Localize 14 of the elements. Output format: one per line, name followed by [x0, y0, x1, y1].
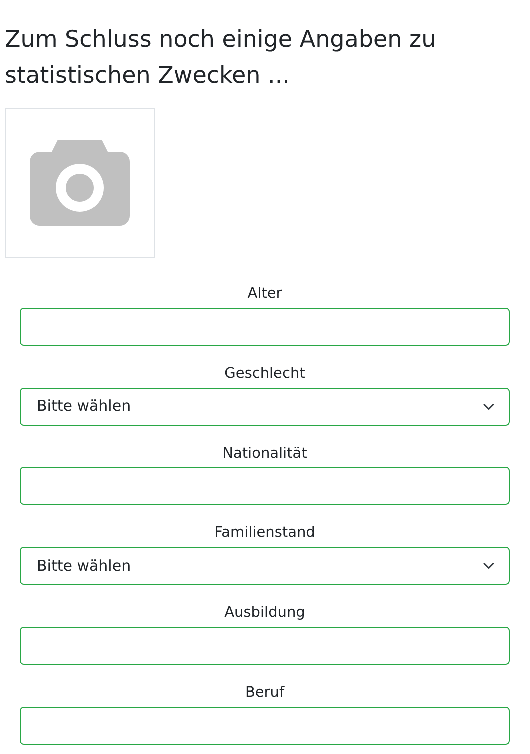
field-label: Ausbildung: [224, 604, 306, 623]
field-label: Familienstand: [214, 524, 316, 544]
dropdown[interactable]: Bitte wählen: [20, 388, 510, 426]
page-heading: Zum Schluss noch einige Angaben zu statistischen Zwecken ...: [5, 26, 438, 91]
camera-icon: [30, 140, 130, 226]
field-label: Alter: [246, 285, 284, 304]
input-field[interactable]: [20, 467, 510, 506]
input-field[interactable]: [20, 626, 510, 665]
field-label: Nationalität: [222, 444, 308, 464]
dropdown[interactable]: Bitte wählen: [20, 547, 510, 585]
input-field[interactable]: [20, 706, 510, 744]
field-label: Geschlecht: [224, 364, 306, 384]
input-field[interactable]: [20, 308, 510, 346]
field-label: Beruf: [244, 684, 286, 703]
